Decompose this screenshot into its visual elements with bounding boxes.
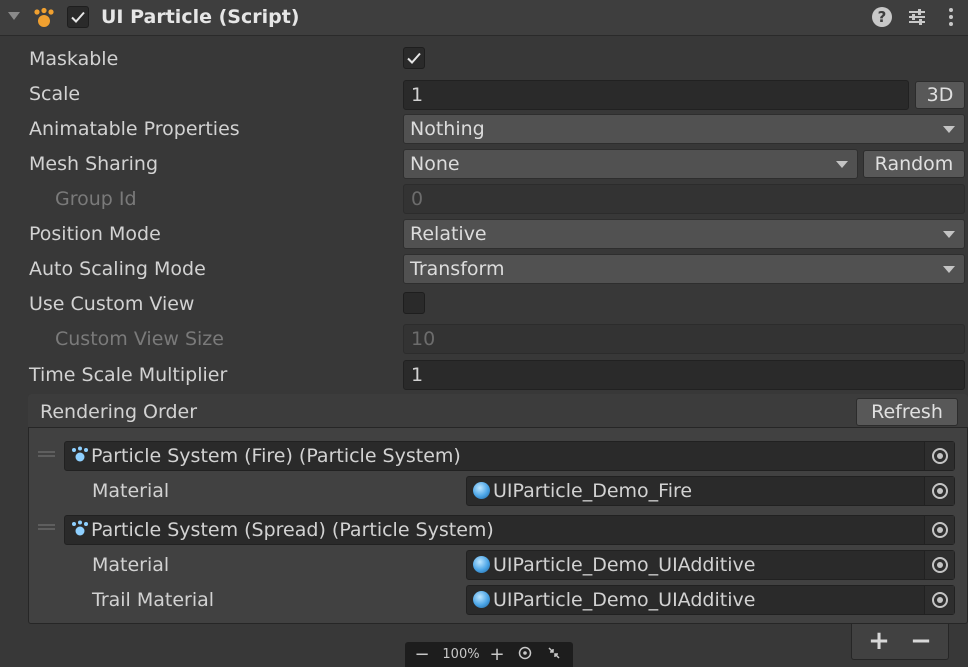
- group-id-label: Group Id: [55, 188, 137, 210]
- collapse-icon[interactable]: [539, 642, 569, 667]
- position-mode-dropdown[interactable]: Relative: [403, 219, 965, 249]
- material-sphere-icon: [473, 482, 490, 499]
- object-picker-icon[interactable]: [924, 551, 954, 579]
- chevron-down-icon: [836, 161, 848, 168]
- position-mode-value: Relative: [410, 223, 487, 245]
- component-header[interactable]: UI Particle (Script) ?: [0, 0, 968, 36]
- material-sphere-icon: [473, 591, 490, 608]
- time-scale-multiplier-label: Time Scale Multiplier: [29, 364, 228, 386]
- maskable-checkbox[interactable]: [403, 47, 425, 69]
- rendering-order-title: Rendering Order: [40, 401, 198, 423]
- custom-view-size-field: 10: [403, 324, 965, 354]
- trail-material-name: UIParticle_Demo_UIAdditive: [493, 589, 756, 611]
- material-label: Material: [92, 480, 170, 502]
- help-icon[interactable]: ?: [872, 7, 892, 27]
- drag-handle-icon[interactable]: [38, 451, 55, 457]
- particle-system-icon: [72, 446, 88, 462]
- material-name: UIParticle_Demo_UIAdditive: [493, 554, 756, 576]
- material-name: UIParticle_Demo_Fire: [493, 480, 693, 502]
- use-custom-view-checkbox[interactable]: [403, 292, 425, 314]
- checkmark-icon: [71, 11, 85, 23]
- material-field[interactable]: UIParticle_Demo_Fire: [466, 476, 955, 506]
- group-id-field: 0: [403, 184, 965, 214]
- drag-handle-icon[interactable]: [38, 524, 55, 530]
- component-enabled-checkbox[interactable]: [67, 6, 89, 28]
- particle-system-icon: [72, 520, 88, 536]
- material-field[interactable]: UIParticle_Demo_UIAdditive: [466, 550, 955, 580]
- presets-icon[interactable]: [907, 7, 927, 27]
- component-title: UI Particle (Script): [101, 6, 300, 28]
- more-menu-icon[interactable]: [945, 7, 957, 27]
- component-particle-icon: [33, 7, 55, 29]
- particle-system-field[interactable]: Particle System (Fire) (Particle System): [64, 441, 955, 471]
- checkmark-icon: [407, 52, 421, 64]
- position-mode-label: Position Mode: [29, 223, 161, 245]
- object-picker-icon[interactable]: [924, 516, 954, 544]
- particle-system-field[interactable]: Particle System (Spread) (Particle Syste…: [64, 515, 955, 545]
- auto-scaling-mode-label: Auto Scaling Mode: [29, 258, 206, 280]
- animatable-properties-dropdown[interactable]: Nothing: [403, 114, 965, 144]
- foldout-arrow-icon[interactable]: [8, 12, 20, 20]
- mesh-sharing-random-button[interactable]: Random: [863, 150, 965, 178]
- custom-view-size-label: Custom View Size: [55, 328, 224, 350]
- add-item-button[interactable]: +: [866, 624, 892, 658]
- mesh-sharing-dropdown[interactable]: None: [403, 149, 858, 179]
- mesh-sharing-value: None: [410, 153, 460, 175]
- scale-label: Scale: [29, 83, 81, 105]
- chevron-down-icon: [943, 266, 955, 273]
- object-picker-icon[interactable]: [924, 586, 954, 614]
- use-custom-view-label: Use Custom View: [29, 293, 195, 315]
- particle-system-name: Particle System (Fire) (Particle System): [91, 445, 461, 467]
- chevron-down-icon: [943, 126, 955, 133]
- zoom-in-button[interactable]: +: [483, 642, 511, 667]
- material-sphere-icon: [473, 556, 490, 573]
- animatable-properties-value: Nothing: [410, 118, 485, 140]
- animatable-properties-label: Animatable Properties: [29, 118, 240, 140]
- zoom-level: 100%: [442, 647, 480, 662]
- zoom-reset-icon[interactable]: [511, 642, 539, 667]
- chevron-down-icon: [943, 231, 955, 238]
- zoom-toolbar: − 100% +: [405, 642, 573, 667]
- object-picker-icon[interactable]: [924, 477, 954, 505]
- refresh-button[interactable]: Refresh: [856, 398, 958, 426]
- scale-field[interactable]: 1: [403, 80, 909, 110]
- time-scale-multiplier-field[interactable]: 1: [403, 360, 965, 390]
- material-label: Material: [92, 554, 170, 576]
- remove-item-button[interactable]: −: [908, 624, 934, 658]
- maskable-label: Maskable: [29, 48, 119, 70]
- auto-scaling-mode-dropdown[interactable]: Transform: [403, 254, 965, 284]
- mesh-sharing-label: Mesh Sharing: [29, 153, 159, 175]
- trail-material-label: Trail Material: [92, 589, 215, 611]
- object-picker-icon[interactable]: [924, 442, 954, 470]
- scale-3d-button[interactable]: 3D: [915, 81, 965, 109]
- trail-material-field[interactable]: UIParticle_Demo_UIAdditive: [466, 585, 955, 615]
- auto-scaling-mode-value: Transform: [410, 258, 505, 280]
- particle-system-name: Particle System (Spread) (Particle Syste…: [91, 519, 494, 541]
- zoom-out-button[interactable]: −: [405, 642, 439, 667]
